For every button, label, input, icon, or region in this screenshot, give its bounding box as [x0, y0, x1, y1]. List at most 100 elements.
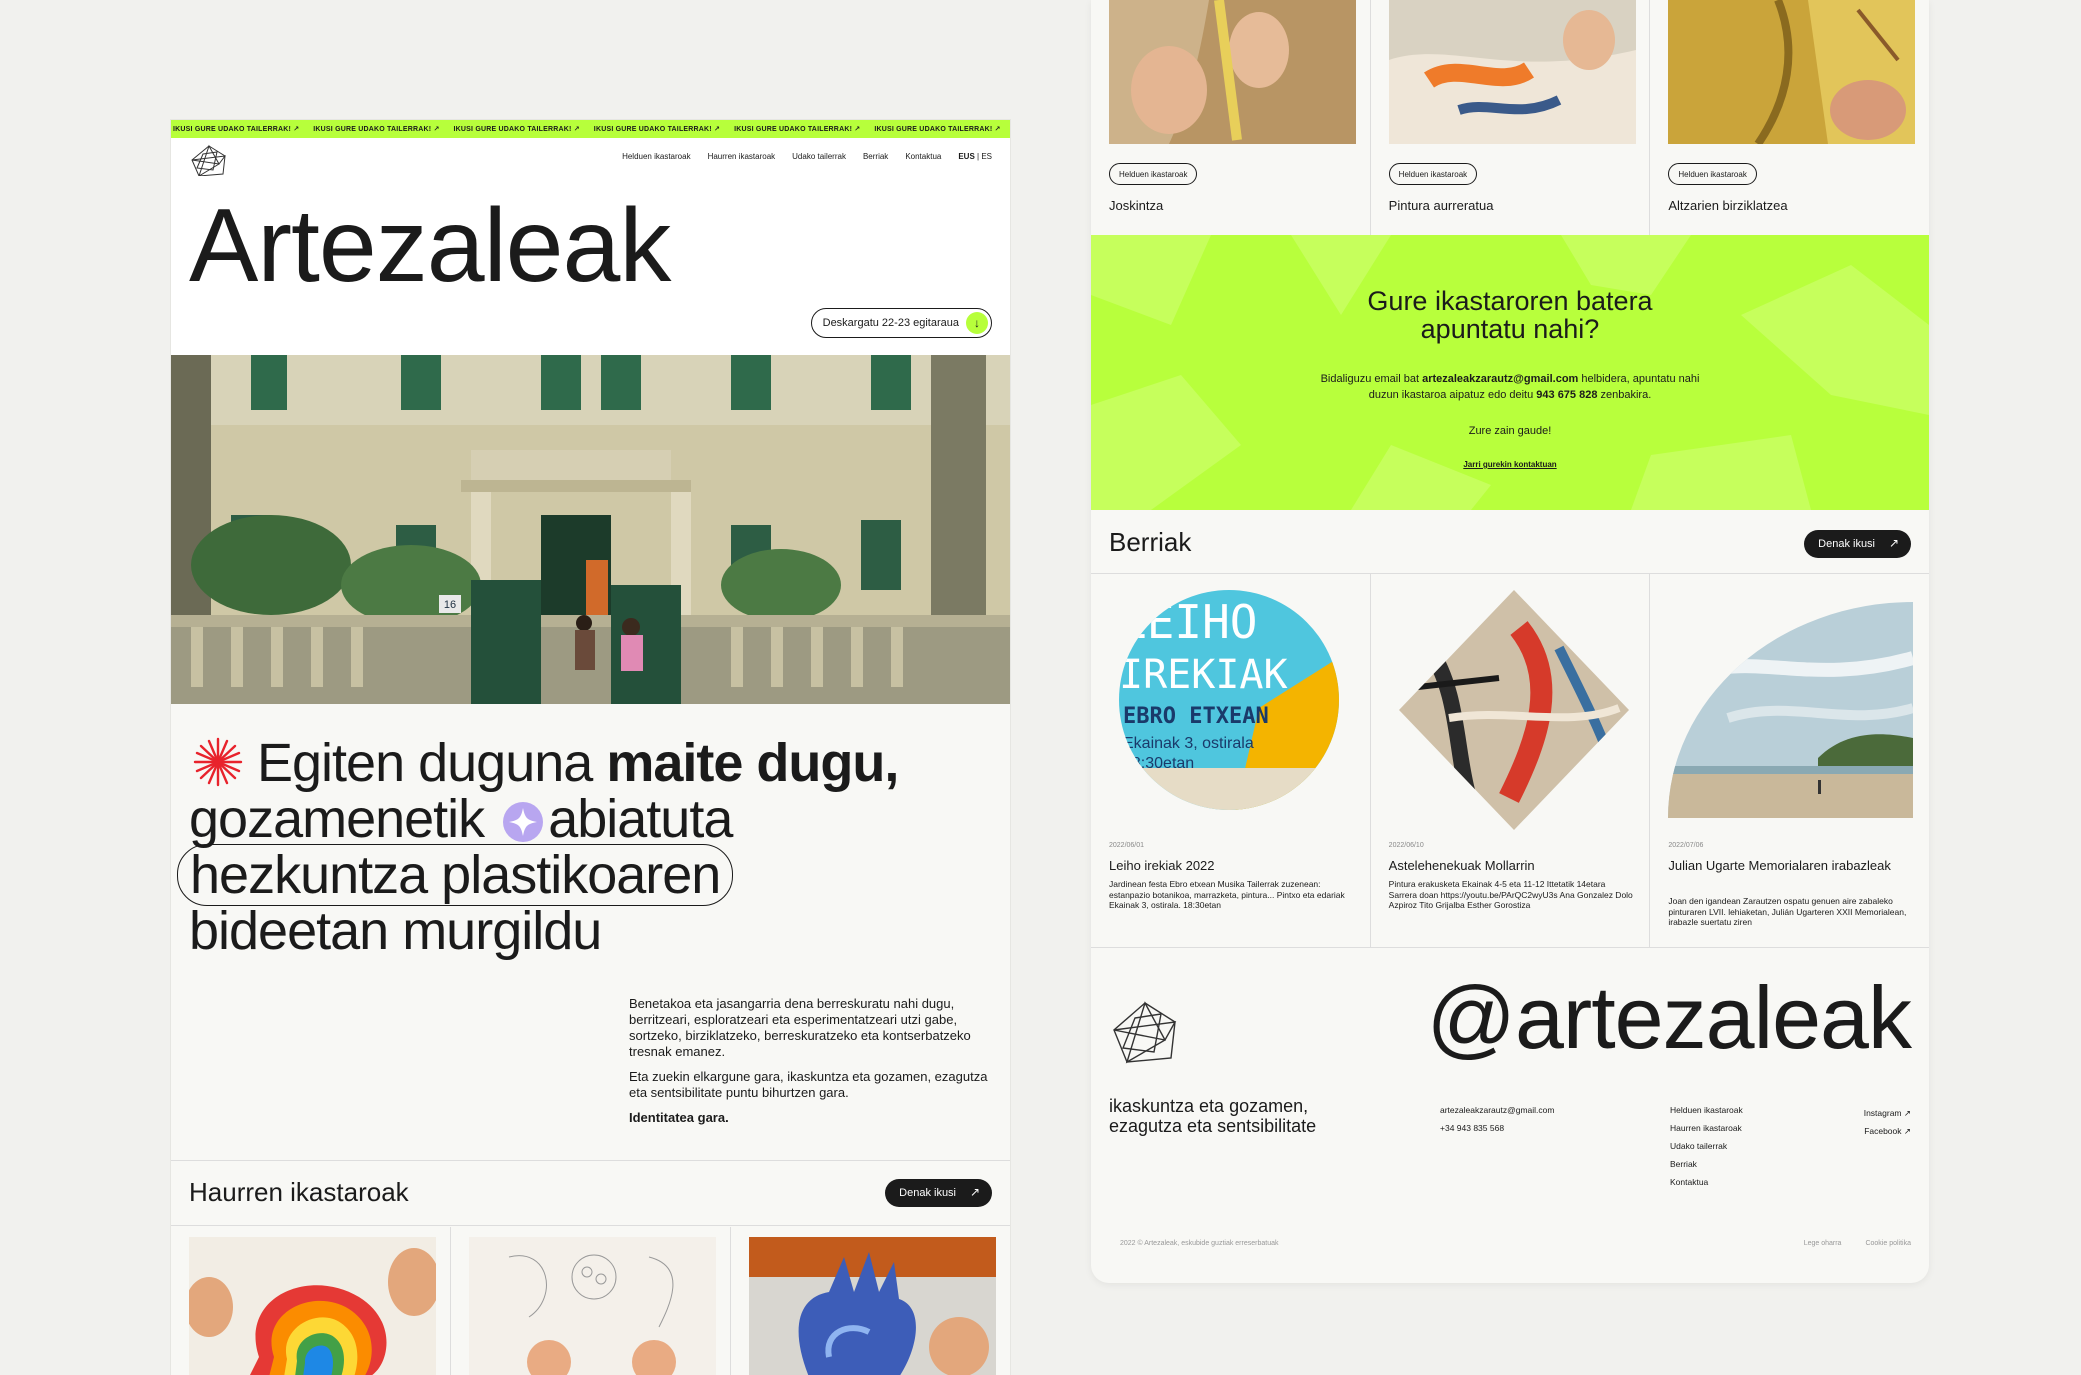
- legal-notice-link[interactable]: Lege oharra: [1804, 1240, 1842, 1247]
- news-date: 2022/07/06: [1668, 842, 1704, 849]
- footer-links: Helduen ikastaroak Haurren ikastaroak Ud…: [1670, 1101, 1743, 1191]
- course-title[interactable]: Pintura aurreratua: [1389, 198, 1494, 213]
- course-card[interactable]: [171, 1227, 451, 1375]
- lang-eus[interactable]: EUS: [958, 152, 974, 161]
- nav-item-kontaktua[interactable]: Kontaktua: [905, 152, 941, 161]
- tagline: Egiten duguna maite dugu, gozamenetik ab…: [177, 733, 989, 961]
- footer-tagline-line: ikaskuntza eta gozamen,: [1109, 1096, 1309, 1116]
- tagline-bold: maite dugu,: [606, 733, 899, 793]
- footer-social: Instagram ↗ Facebook ↗: [1864, 1104, 1911, 1140]
- footer-link-helduen[interactable]: Helduen ikastaroak: [1670, 1101, 1743, 1119]
- language-switcher[interactable]: EUS | ES: [958, 152, 992, 161]
- facebook-link[interactable]: Facebook ↗: [1864, 1122, 1911, 1140]
- leiho-irekiak-poster: LEIHO IREKIAK EBRO ETXEAN Ekainak 3, ost…: [1119, 590, 1339, 810]
- cta-email[interactable]: artezaleakzarautz@gmail.com: [1422, 373, 1578, 385]
- page-title: Artezaleak: [189, 188, 671, 304]
- news-title[interactable]: Julian Ugarte Memorialaren irabazleak: [1668, 858, 1908, 873]
- contact-link[interactable]: Jarri gurekin kontaktuan: [1091, 460, 1929, 469]
- marquee-item[interactable]: IKUSI GURE UDAKO TAILERRAK! ↗: [313, 125, 439, 133]
- lang-es[interactable]: | ES: [975, 152, 992, 161]
- sewing-photo: [1109, 0, 1356, 144]
- course-card[interactable]: [731, 1227, 1010, 1375]
- nav-item-helduen[interactable]: Helduen ikastaroak: [622, 152, 690, 161]
- news-excerpt: Joan den igandean Zarautzen ospatu genue…: [1668, 896, 1907, 927]
- nav-links: Helduen ikastaroak Haurren ikastaroak Ud…: [622, 152, 992, 161]
- marquee-item[interactable]: IKUSI GURE UDAKO TAILERRAK! ↗: [594, 125, 720, 133]
- nav-item-berriak[interactable]: Berriak: [863, 152, 888, 161]
- instagram-link[interactable]: Instagram ↗: [1864, 1104, 1911, 1122]
- clay-photo: [189, 1237, 436, 1375]
- building-number: 16: [444, 599, 456, 611]
- news-excerpt: Pintura erakusketa Ekainak 4-5 eta 11-12…: [1388, 879, 1633, 910]
- adult-courses-grid: Helduen ikastaroak Joskintza Helduen ika…: [1091, 0, 1929, 235]
- arrow-down-icon: ↓: [966, 312, 988, 334]
- tagline-text: Egiten duguna: [257, 733, 607, 793]
- course-card[interactable]: Helduen ikastaroak Joskintza: [1091, 0, 1371, 235]
- marquee-item[interactable]: IKUSI GURE UDAKO TAILERRAK! ↗: [874, 125, 1000, 133]
- poster-text: IREKIAK: [1119, 652, 1288, 698]
- hero-building-photo: 16: [171, 355, 1010, 704]
- cta-text: zenbakira.: [1597, 389, 1652, 401]
- marquee-item[interactable]: IKUSI GURE UDAKO TAILERRAK! ↗: [734, 125, 860, 133]
- footer-link-haurren[interactable]: Haurren ikastaroak: [1670, 1119, 1743, 1137]
- course-card[interactable]: Helduen ikastaroak Altzarien birziklatze…: [1650, 0, 1929, 235]
- footer-tagline: ikaskuntza eta gozamen, ezagutza eta sen…: [1109, 1096, 1316, 1136]
- course-title[interactable]: Joskintza: [1109, 198, 1163, 213]
- news-date: 2022/06/01: [1109, 842, 1145, 849]
- footer-phone[interactable]: +34 943 835 568: [1440, 1119, 1554, 1137]
- course-card[interactable]: [451, 1227, 731, 1375]
- see-all-news-button[interactable]: Denak ikusi ↗: [1804, 530, 1911, 558]
- tagline-text: bideetan murgildu: [189, 901, 602, 961]
- footer-contact: artezaleakzarautz@gmail.com +34 943 835 …: [1440, 1101, 1554, 1137]
- announcement-marquee[interactable]: IKUSI GURE UDAKO TAILERRAK! ↗ IKUSI GURE…: [171, 120, 1010, 138]
- cta-title: Gure ikastaroren batera apuntatu nahi?: [1091, 287, 1929, 343]
- footer-link-berriak[interactable]: Berriak: [1670, 1155, 1743, 1173]
- footer-link-kontaktua[interactable]: Kontaktua: [1670, 1173, 1743, 1191]
- cta-body: Bidaliguzu email bat artezaleakzarautz@g…: [1315, 371, 1705, 403]
- course-tag: Helduen ikastaroak: [1109, 163, 1198, 185]
- news-title[interactable]: Leiho irekiak 2022: [1109, 858, 1349, 873]
- course-tag: Helduen ikastaroak: [1668, 163, 1757, 185]
- course-title[interactable]: Altzarien birziklatzea: [1668, 198, 1787, 213]
- logo-icon[interactable]: [189, 144, 229, 178]
- homepage-bottom-panel: Helduen ikastaroak Joskintza Helduen ika…: [1091, 0, 1929, 1283]
- news-card[interactable]: 2022/07/06 Julian Ugarte Memorialaren ir…: [1650, 574, 1929, 947]
- download-program-button[interactable]: Deskargatu 22-23 egitaraua ↓: [810, 308, 992, 338]
- news-card[interactable]: 2022/06/10 Astelehenekuak Mollarrin Pint…: [1371, 574, 1651, 947]
- intro-text: Benetakoa eta jasangarria dena berreskur…: [629, 996, 989, 1135]
- marquee-item[interactable]: IKUSI GURE UDAKO TAILERRAK! ↗: [173, 125, 299, 133]
- furniture-photo: [1668, 0, 1916, 144]
- nav-item-udako[interactable]: Udako tailerrak: [792, 152, 846, 161]
- instagram-handle[interactable]: @artezaleak: [1427, 974, 1912, 1062]
- sparkle-icon: [503, 802, 544, 842]
- kids-courses-header: Haurren ikastaroak Denak ikusi ↗: [171, 1160, 1010, 1226]
- cta-phone[interactable]: 943 675 828: [1536, 389, 1597, 401]
- homepage-top-panel: IKUSI GURE UDAKO TAILERRAK! ↗ IKUSI GURE…: [171, 120, 1010, 1375]
- footer-email[interactable]: artezaleakzarautz@gmail.com: [1440, 1101, 1554, 1119]
- starburst-icon: [193, 737, 243, 787]
- marquee-item[interactable]: IKUSI GURE UDAKO TAILERRAK! ↗: [454, 125, 580, 133]
- cta-title-line: apuntatu nahi?: [1420, 314, 1600, 344]
- course-card[interactable]: Helduen ikastaroak Pintura aurreratua: [1371, 0, 1651, 235]
- news-title[interactable]: Astelehenekuak Mollarrin: [1389, 858, 1629, 873]
- see-all-kids-button[interactable]: Denak ikusi ↗: [885, 1179, 992, 1207]
- intro-paragraph: Eta zuekin elkargune gara, ikaskuntza et…: [629, 1069, 988, 1100]
- footer-link-udako[interactable]: Udako tailerrak: [1670, 1137, 1743, 1155]
- nav-item-haurren[interactable]: Haurren ikastaroak: [708, 152, 776, 161]
- footer-logo-icon[interactable]: [1109, 1000, 1181, 1066]
- see-all-label: Denak ikusi: [1818, 538, 1875, 550]
- cta-wait-text: Zure zain gaude!: [1468, 425, 1552, 437]
- news-card[interactable]: LEIHO IREKIAK EBRO ETXEAN Ekainak 3, ost…: [1091, 574, 1371, 947]
- cookie-policy-link[interactable]: Cookie politika: [1865, 1240, 1911, 1247]
- poster-text: EBRO ETXEAN: [1123, 704, 1269, 729]
- cta-text: Bidaliguzu email bat: [1320, 373, 1423, 385]
- kids-courses-grid: [171, 1227, 1010, 1375]
- section-title: Haurren ikastaroak: [189, 1177, 409, 1207]
- footer-tagline-line: ezagutza eta sentsibilitate: [1109, 1116, 1317, 1136]
- tagline-text: abiatuta: [548, 789, 733, 849]
- drawing-photo: [469, 1237, 716, 1375]
- news-date: 2022/06/10: [1388, 842, 1424, 849]
- mollarri-painting: [1398, 590, 1629, 830]
- poster-text: 18:30etan: [1123, 755, 1194, 772]
- intro-identity: Identitatea gara.: [629, 1110, 729, 1125]
